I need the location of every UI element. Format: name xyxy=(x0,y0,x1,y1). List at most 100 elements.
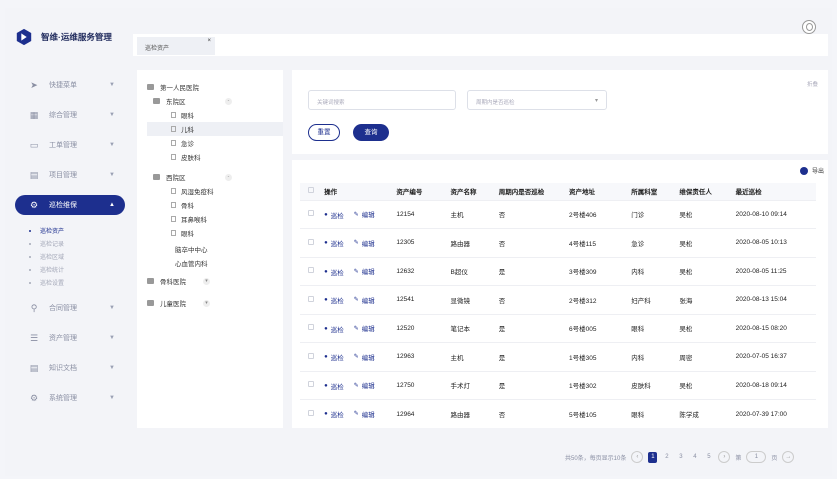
sidebar-item-5[interactable]: ⚲ 合同管理 ▼ xyxy=(15,293,125,323)
query-button[interactable]: 查询 xyxy=(353,124,389,141)
collapse-icon[interactable]: - xyxy=(225,97,232,105)
inspect-button[interactable]: ● 巡检 xyxy=(324,267,344,277)
submenu-item[interactable]: 巡检资产 xyxy=(29,224,125,237)
table-cell: 是 xyxy=(498,370,569,400)
expand-icon[interactable]: ▾ xyxy=(203,299,210,307)
actions-cell: ● 巡检 ✎ 编辑 xyxy=(324,370,397,400)
edit-button[interactable]: ✎ 编辑 xyxy=(354,238,375,248)
row-checkbox[interactable] xyxy=(308,267,314,274)
tree-node-children[interactable]: 儿童医院 ▾ xyxy=(147,296,283,310)
chevron-down-icon: ▼ xyxy=(109,335,115,341)
row-checkbox[interactable] xyxy=(308,410,314,416)
edit-button[interactable]: ✎ 编辑 xyxy=(353,380,375,391)
column-header: 维保责任人 xyxy=(679,183,736,200)
table-cell: 眼科 xyxy=(631,313,680,343)
sidebar-item-0[interactable]: ➤ 快捷菜单 ▼ xyxy=(15,70,125,100)
page-number[interactable]: 2 xyxy=(662,452,671,463)
row-checkbox[interactable] xyxy=(308,210,314,217)
tree-node-leaf[interactable]: 耳鼻喉科 xyxy=(147,212,283,226)
tree-node-root[interactable]: 第一人民医院 xyxy=(147,80,283,94)
table-cell: 否 xyxy=(498,228,569,257)
edit-button[interactable]: ✎ 编辑 xyxy=(354,352,375,362)
inspect-button[interactable]: ● 巡检 xyxy=(324,210,344,220)
page-number[interactable]: 5 xyxy=(704,452,713,463)
submenu-item[interactable]: 巡检区域 xyxy=(29,250,125,263)
tree-node-leaf[interactable]: 儿科 xyxy=(147,122,283,136)
export-button[interactable]: 导出 xyxy=(799,166,824,175)
pencil-icon: ✎ xyxy=(353,211,359,218)
pencil-icon: ✎ xyxy=(353,382,359,389)
expand-icon[interactable]: ▾ xyxy=(203,277,210,285)
tree-node-east[interactable]: 东院区 - xyxy=(147,94,283,108)
page-number[interactable]: 4 xyxy=(690,452,699,463)
keyword-search-input[interactable]: 关键词搜索 xyxy=(308,90,456,110)
folder-icon xyxy=(147,278,154,284)
topbar: 巡检资产 × xyxy=(133,34,828,56)
sidebar-item-1[interactable]: ▦ 综合管理 ▼ xyxy=(15,100,125,130)
folder-icon xyxy=(153,174,160,180)
sidebar-item-7[interactable]: ▤ 知识文档 ▼ xyxy=(15,353,125,383)
app-logo[interactable]: 智维·运维服务管理 xyxy=(15,28,112,46)
chevron-down-icon: ▼ xyxy=(109,305,115,311)
edit-button[interactable]: ✎ 编辑 xyxy=(353,209,375,220)
reset-button[interactable]: 重置 xyxy=(308,124,340,141)
tree-node-leaf[interactable]: 皮肤科 xyxy=(147,150,283,164)
go-button[interactable]: → xyxy=(782,451,795,463)
tree-node-leaf[interactable]: 骨科 xyxy=(147,198,283,212)
pin-icon: ● xyxy=(324,354,328,360)
edit-button[interactable]: ✎ 编辑 xyxy=(354,409,375,419)
edit-button[interactable]: ✎ 编辑 xyxy=(354,295,375,305)
tree-node-leaf[interactable]: 风湿免疫科 xyxy=(147,184,283,198)
goto-suffix: 页 xyxy=(771,455,778,462)
tree-node-leaf[interactable]: 急诊 xyxy=(147,136,283,150)
row-checkbox[interactable] xyxy=(308,324,314,331)
prev-page-button[interactable]: ‹ xyxy=(631,451,644,463)
tree-node-west[interactable]: 西院区 - xyxy=(147,170,283,184)
submenu-item[interactable]: 巡检统计 xyxy=(29,263,125,276)
tree-node-leaf[interactable]: 眼科 xyxy=(147,226,283,240)
sidebar-item-6[interactable]: ☰ 资产管理 ▼ xyxy=(15,323,125,353)
file-icon xyxy=(171,140,176,146)
page-number[interactable]: 3 xyxy=(676,452,685,463)
row-checkbox[interactable] xyxy=(308,381,314,388)
row-checkbox[interactable] xyxy=(308,238,314,245)
submenu-item[interactable]: 巡检记录 xyxy=(29,237,125,250)
inspect-button[interactable]: ● 巡检 xyxy=(324,295,344,305)
close-icon[interactable]: × xyxy=(207,38,211,44)
tree-node-leaf[interactable]: 脑卒中中心 xyxy=(147,242,283,256)
edit-button[interactable]: ✎ 编辑 xyxy=(354,266,375,277)
collapse-icon[interactable]: - xyxy=(225,173,232,181)
tree-node-leaf[interactable]: 眼科 xyxy=(147,108,283,122)
row-checkbox[interactable] xyxy=(308,352,314,359)
edit-button[interactable]: ✎ 编辑 xyxy=(353,323,375,334)
tree-node-ortho[interactable]: 骨科医院 ▾ xyxy=(147,274,283,288)
page-jump-input[interactable]: 1 xyxy=(746,451,767,463)
sidebar-item-4[interactable]: ⚙ 巡检维保 ▲ xyxy=(15,195,125,215)
sidebar-item-8[interactable]: ⚙ 系统管理 ▼ xyxy=(15,383,125,413)
submenu-item[interactable]: 巡检设置 xyxy=(29,276,125,289)
inspect-button[interactable]: ● 巡检 xyxy=(324,409,344,419)
fold-link[interactable]: 折叠 xyxy=(807,80,818,88)
sidebar-item-3[interactable]: ▤ 项目管理 ▼ xyxy=(15,160,125,190)
sidebar-item-label: 工单管理 xyxy=(49,142,77,149)
pencil-icon: ✎ xyxy=(353,325,359,332)
inspected-in-cycle-select[interactable]: 周期内是否巡检 ▾ xyxy=(467,90,607,110)
tree-node-leaf[interactable]: 心血管内科 xyxy=(147,256,283,270)
page-number[interactable]: 1 xyxy=(648,451,658,463)
inspect-button[interactable]: ● 巡检 xyxy=(324,324,344,334)
next-page-button[interactable]: › xyxy=(718,451,731,463)
inspect-button[interactable]: ● 巡检 xyxy=(324,381,344,391)
row-checkbox[interactable] xyxy=(308,295,314,302)
table-cell: 急诊 xyxy=(631,228,680,257)
submenu-item-label: 巡检区域 xyxy=(40,255,65,261)
table-row: ● 巡检 ✎ 编辑 12305 路由器否 4号楼115 急诊 吴松 2020-08-05 10:1… xyxy=(300,228,816,257)
sidebar-item-2[interactable]: ▭ 工单管理 ▼ xyxy=(15,130,125,160)
table-cell: 是 xyxy=(498,256,569,286)
inspect-button[interactable]: ● 巡检 xyxy=(324,238,344,248)
select-all-checkbox[interactable] xyxy=(308,187,314,194)
avatar[interactable] xyxy=(802,20,816,34)
table-cell: 2020-07-39 17:00 xyxy=(735,399,816,428)
tab-inspection-assets[interactable]: 巡检资产 × xyxy=(137,37,215,55)
inspect-button[interactable]: ● 巡检 xyxy=(324,352,344,362)
submenu-item-label: 巡检统计 xyxy=(40,268,65,274)
